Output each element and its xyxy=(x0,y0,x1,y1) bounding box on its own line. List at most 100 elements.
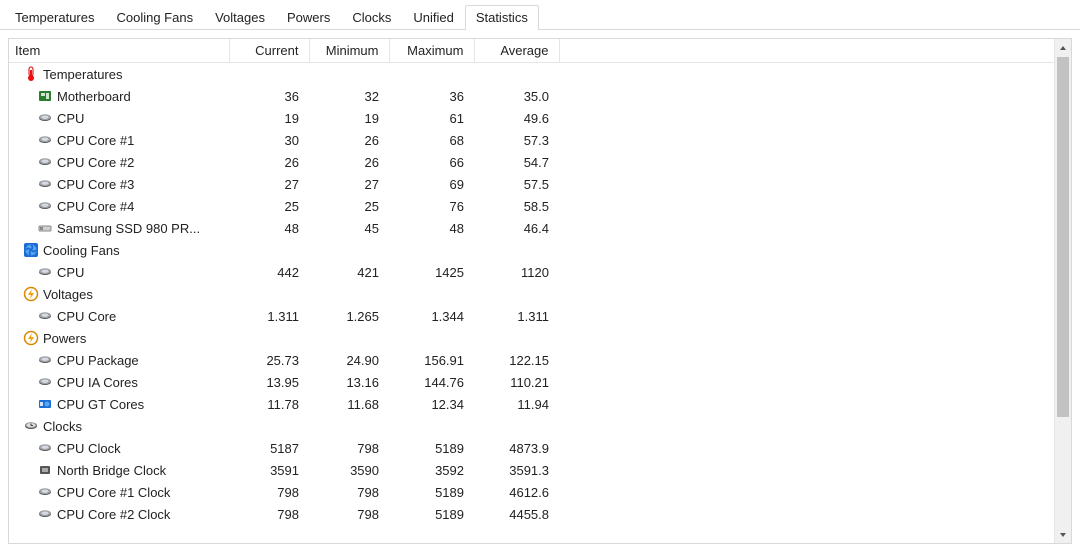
cell-current: 25.73 xyxy=(229,349,309,371)
cell-average xyxy=(474,63,559,86)
column-header-minimum[interactable]: Minimum xyxy=(309,39,389,63)
content-panel: Item Current Minimum Maximum Average Tem… xyxy=(0,30,1080,552)
cell-minimum: 11.68 xyxy=(309,393,389,415)
cpu-icon xyxy=(37,506,53,522)
fan-icon-wrap xyxy=(23,242,39,258)
cpu-icon-wrap xyxy=(37,506,53,522)
cpu-icon-wrap xyxy=(37,484,53,500)
tab-clocks[interactable]: Clocks xyxy=(341,5,402,30)
cell-current: 27 xyxy=(229,173,309,195)
tab-temperatures[interactable]: Temperatures xyxy=(4,5,105,30)
group-row[interactable]: Powers xyxy=(9,327,1071,349)
table-row[interactable]: CPU19196149.6 xyxy=(9,107,1071,129)
power-icon-wrap xyxy=(23,330,39,346)
column-header-maximum[interactable]: Maximum xyxy=(389,39,474,63)
cell-average: 11.94 xyxy=(474,393,559,415)
cell-maximum: 5189 xyxy=(389,437,474,459)
ssd-icon-wrap xyxy=(37,220,53,236)
item-label: CPU Clock xyxy=(57,441,121,456)
group-row[interactable]: Cooling Fans xyxy=(9,239,1071,261)
cell-spacer xyxy=(559,261,1071,283)
item-label: CPU IA Cores xyxy=(57,375,138,390)
table-row[interactable]: CPU IA Cores13.9513.16144.76110.21 xyxy=(9,371,1071,393)
cpu-icon xyxy=(37,484,53,500)
cpu-icon-wrap xyxy=(37,176,53,192)
tab-powers[interactable]: Powers xyxy=(276,5,341,30)
cpu-icon xyxy=(37,352,53,368)
cell-spacer xyxy=(559,151,1071,173)
cell-maximum xyxy=(389,327,474,349)
table-row[interactable]: CPU Core #130266857.3 xyxy=(9,129,1071,151)
cell-average: 3591.3 xyxy=(474,459,559,481)
tab-statistics[interactable]: Statistics xyxy=(465,5,539,30)
table-row[interactable]: CPU Core1.3111.2651.3441.311 xyxy=(9,305,1071,327)
group-row[interactable]: Temperatures xyxy=(9,63,1071,86)
item-label: CPU Core #1 Clock xyxy=(57,485,170,500)
cell-current: 3591 xyxy=(229,459,309,481)
cell-spacer xyxy=(559,63,1071,86)
table-row[interactable]: Motherboard36323635.0 xyxy=(9,85,1071,107)
cell-maximum: 156.91 xyxy=(389,349,474,371)
scroll-down-button[interactable] xyxy=(1055,526,1071,543)
table-row[interactable]: CPU44242114251120 xyxy=(9,261,1071,283)
cell-current xyxy=(229,327,309,349)
statistics-table-body: Temperatures Motherboard36323635.0CPU1919… xyxy=(9,63,1071,526)
cell-current: 5187 xyxy=(229,437,309,459)
item-label: CPU Core #3 xyxy=(57,177,134,192)
cell-spacer xyxy=(559,349,1071,371)
cell-spacer xyxy=(559,327,1071,349)
cell-spacer xyxy=(559,437,1071,459)
cell-minimum: 32 xyxy=(309,85,389,107)
cell-maximum: 12.34 xyxy=(389,393,474,415)
cell-maximum: 1425 xyxy=(389,261,474,283)
item-label: North Bridge Clock xyxy=(57,463,166,478)
cell-maximum: 68 xyxy=(389,129,474,151)
table-row[interactable]: CPU Core #2 Clock79879851894455.8 xyxy=(9,503,1071,525)
cell-current: 26 xyxy=(229,151,309,173)
statistics-panel: Item Current Minimum Maximum Average Tem… xyxy=(8,38,1072,544)
chip-icon-wrap xyxy=(37,462,53,478)
cell-average xyxy=(474,415,559,437)
item-label: CPU xyxy=(57,265,84,280)
scroll-thumb[interactable] xyxy=(1057,57,1069,417)
group-row[interactable]: Clocks xyxy=(9,415,1071,437)
table-row[interactable]: CPU GT Cores11.7811.6812.3411.94 xyxy=(9,393,1071,415)
table-row[interactable]: CPU Package25.7324.90156.91122.15 xyxy=(9,349,1071,371)
tab-cooling-fans[interactable]: Cooling Fans xyxy=(105,5,204,30)
group-row[interactable]: Voltages xyxy=(9,283,1071,305)
power-icon xyxy=(23,330,39,346)
cell-minimum: 421 xyxy=(309,261,389,283)
tab-unified[interactable]: Unified xyxy=(402,5,464,30)
cell-maximum xyxy=(389,239,474,261)
cell-average: 4455.8 xyxy=(474,503,559,525)
cell-spacer xyxy=(559,393,1071,415)
scroll-up-button[interactable] xyxy=(1055,39,1071,56)
cell-spacer xyxy=(559,415,1071,437)
cell-maximum: 48 xyxy=(389,217,474,239)
cell-average: 122.15 xyxy=(474,349,559,371)
cell-minimum: 25 xyxy=(309,195,389,217)
table-row[interactable]: CPU Core #1 Clock79879851894612.6 xyxy=(9,481,1071,503)
column-header-item[interactable]: Item xyxy=(9,39,229,63)
cell-maximum: 144.76 xyxy=(389,371,474,393)
table-row[interactable]: CPU Core #327276957.5 xyxy=(9,173,1071,195)
table-row[interactable]: CPU Clock518779851894873.9 xyxy=(9,437,1071,459)
table-row[interactable]: CPU Core #425257658.5 xyxy=(9,195,1071,217)
table-row[interactable]: Samsung SSD 980 PR...48454846.4 xyxy=(9,217,1071,239)
column-header-average[interactable]: Average xyxy=(474,39,559,63)
cpu-icon-wrap xyxy=(37,264,53,280)
cell-maximum: 61 xyxy=(389,107,474,129)
cell-maximum: 5189 xyxy=(389,481,474,503)
table-row[interactable]: CPU Core #226266654.7 xyxy=(9,151,1071,173)
cell-minimum: 24.90 xyxy=(309,349,389,371)
item-label: Temperatures xyxy=(43,67,122,82)
cell-average: 35.0 xyxy=(474,85,559,107)
column-header-current[interactable]: Current xyxy=(229,39,309,63)
vertical-scrollbar[interactable] xyxy=(1054,39,1071,543)
table-row[interactable]: North Bridge Clock3591359035923591.3 xyxy=(9,459,1071,481)
tab-voltages[interactable]: Voltages xyxy=(204,5,276,30)
cell-spacer xyxy=(559,107,1071,129)
cell-spacer xyxy=(559,239,1071,261)
cell-current: 25 xyxy=(229,195,309,217)
item-label: CPU Core #2 xyxy=(57,155,134,170)
